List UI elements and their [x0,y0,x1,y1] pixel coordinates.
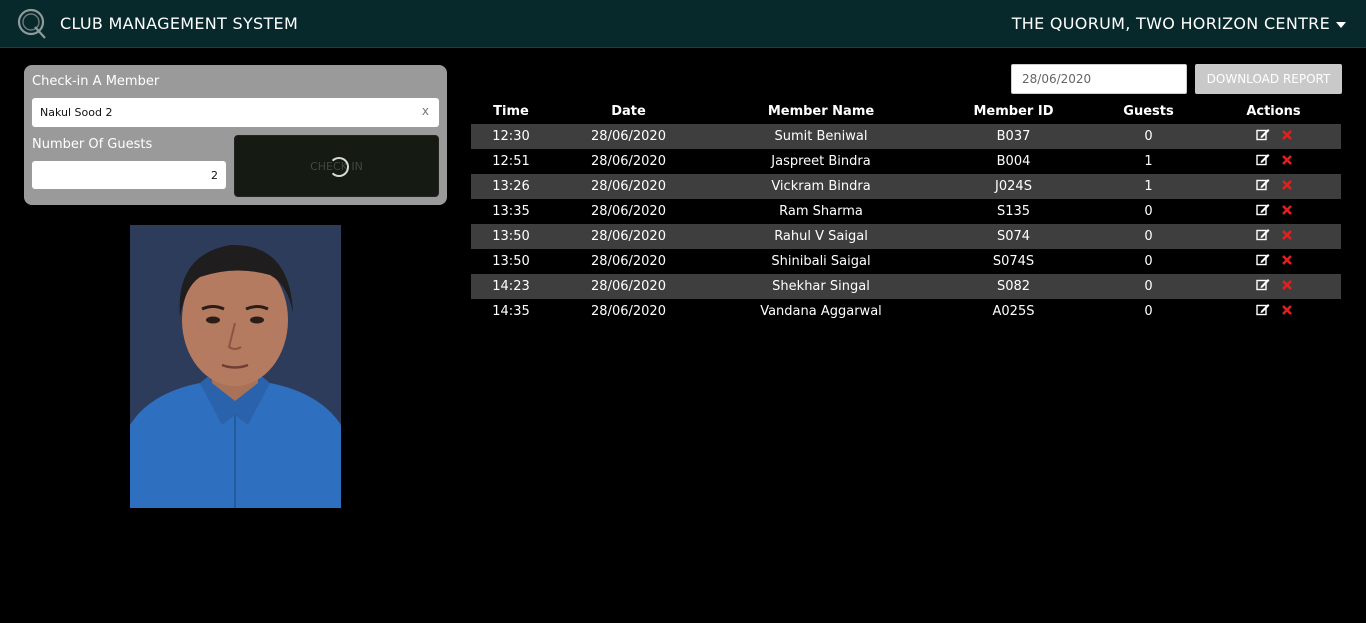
member-id-cell: S074S [992,254,1035,269]
table-row[interactable]: 13:50 28/06/2020 Rahul V Saigal S074 0 [471,224,1341,249]
actions-cell [1206,149,1341,174]
guests-input[interactable] [32,161,226,189]
member-name-cell: Shekhar Singal [706,274,936,299]
caret-down-icon [1336,22,1346,28]
member-id-cell: J024S [936,174,1091,199]
top-navbar: CLUB MANAGEMENT SYSTEM THE QUORUM, TWO H… [0,0,1366,48]
column-header-member-name: Member Name [767,103,875,119]
edit-icon[interactable] [1255,253,1270,270]
time-cell: 12:51 [492,154,530,169]
app-title: CLUB MANAGEMENT SYSTEM [60,14,299,33]
column-header-member-id: Member ID [973,103,1054,119]
member-id-cell: B037 [936,124,1091,149]
date-cell: 28/06/2020 [591,254,666,269]
edit-icon[interactable] [1255,228,1270,245]
table-header-row: Time Date Member Name Member ID Guests A… [471,98,1341,124]
time-cell: 14:23 [471,274,551,299]
time-cell: 13:50 [492,254,530,269]
edit-icon[interactable] [1255,203,1270,220]
actions-cell [1206,174,1341,199]
checkin-log-table: Time Date Member Name Member ID Guests A… [471,98,1341,324]
guests-cell: 0 [1091,274,1206,299]
checkin-button[interactable]: CHECK IN [234,135,439,197]
member-search-wrapper: x [32,98,439,127]
time-cell: 13:35 [492,204,530,219]
time-cell: 14:35 [492,304,530,319]
member-photo [130,225,341,508]
delete-icon[interactable] [1281,179,1292,194]
time-cell: 12:30 [471,124,551,149]
guests-cell: 0 [1144,304,1153,319]
member-name-cell: Ram Sharma [779,204,863,219]
guests-cell: 0 [1091,224,1206,249]
download-report-button[interactable]: DOWNLOAD REPORT [1195,64,1342,94]
member-id-cell: B004 [996,154,1031,169]
actions-cell [1206,224,1341,249]
column-header-time: Time [493,103,529,119]
table-row[interactable]: 12:51 28/06/2020 Jaspreet Bindra B004 1 [471,149,1341,174]
member-name-cell: Rahul V Saigal [706,224,936,249]
date-cell: 28/06/2020 [591,154,666,169]
actions-cell [1206,124,1341,149]
member-search-input[interactable] [32,98,439,127]
date-cell: 28/06/2020 [591,204,666,219]
member-id-cell: A025S [992,304,1035,319]
delete-icon[interactable] [1281,254,1292,269]
date-cell: 28/06/2020 [551,274,706,299]
actions-cell [1206,299,1341,324]
delete-icon[interactable] [1281,279,1292,294]
edit-icon[interactable] [1255,128,1270,145]
guests-cell: 0 [1091,124,1206,149]
date-cell: 28/06/2020 [591,304,666,319]
table-row[interactable]: 13:35 28/06/2020 Ram Sharma S135 0 [471,199,1341,224]
table-row[interactable]: 14:23 28/06/2020 Shekhar Singal S082 0 [471,274,1341,299]
member-name-cell: Vandana Aggarwal [760,304,882,319]
member-name-cell: Sumit Beniwal [706,124,936,149]
column-header-guests: Guests [1123,103,1174,119]
guests-label: Number Of Guests [32,137,153,152]
table-body: 12:30 28/06/2020 Sumit Beniwal B037 0 12:51 28… [471,124,1341,324]
delete-icon[interactable] [1281,129,1292,144]
member-name-cell: Shinibali Saigal [771,254,871,269]
guests-cell: 1 [1144,154,1153,169]
member-id-cell: S135 [996,204,1031,219]
member-id-cell: S082 [936,274,1091,299]
report-date-input[interactable] [1011,64,1187,94]
table-row[interactable]: 13:50 28/06/2020 Shinibali Saigal S074S 0 [471,249,1341,274]
column-header-date: Date [611,103,646,119]
date-cell: 28/06/2020 [551,124,706,149]
club-selector[interactable]: THE QUORUM, TWO HORIZON CENTRE [1012,14,1346,33]
edit-icon[interactable] [1255,278,1270,295]
guests-cell: 0 [1144,254,1153,269]
member-id-cell: S074 [936,224,1091,249]
actions-cell [1206,199,1341,224]
guests-cell: 0 [1144,204,1153,219]
table-row[interactable]: 14:35 28/06/2020 Vandana Aggarwal A025S 0 [471,299,1341,324]
date-cell: 28/06/2020 [551,224,706,249]
member-name-cell: Vickram Bindra [706,174,936,199]
loading-spinner-icon [329,157,349,177]
member-name-cell: Jaspreet Bindra [771,154,871,169]
edit-icon[interactable] [1255,303,1270,320]
actions-cell [1206,249,1341,274]
delete-icon[interactable] [1281,154,1292,169]
actions-cell [1206,274,1341,299]
date-cell: 28/06/2020 [551,174,706,199]
club-name: THE QUORUM, TWO HORIZON CENTRE [1011,14,1330,33]
delete-icon[interactable] [1281,204,1292,219]
checkin-title: Check-in A Member [32,74,160,89]
time-cell: 13:50 [471,224,551,249]
quorum-logo-icon[interactable] [16,7,48,39]
time-cell: 13:26 [471,174,551,199]
clear-member-button[interactable]: x [422,104,429,118]
edit-icon[interactable] [1255,178,1270,195]
delete-icon[interactable] [1281,304,1292,319]
table-row[interactable]: 13:26 28/06/2020 Vickram Bindra J024S 1 [471,174,1341,199]
edit-icon[interactable] [1255,153,1270,170]
delete-icon[interactable] [1281,229,1292,244]
table-row[interactable]: 12:30 28/06/2020 Sumit Beniwal B037 0 [471,124,1341,149]
column-header-actions: Actions [1246,103,1301,119]
guests-cell: 1 [1091,174,1206,199]
checkin-panel: Check-in A Member x Number Of Guests CHE… [24,65,447,205]
